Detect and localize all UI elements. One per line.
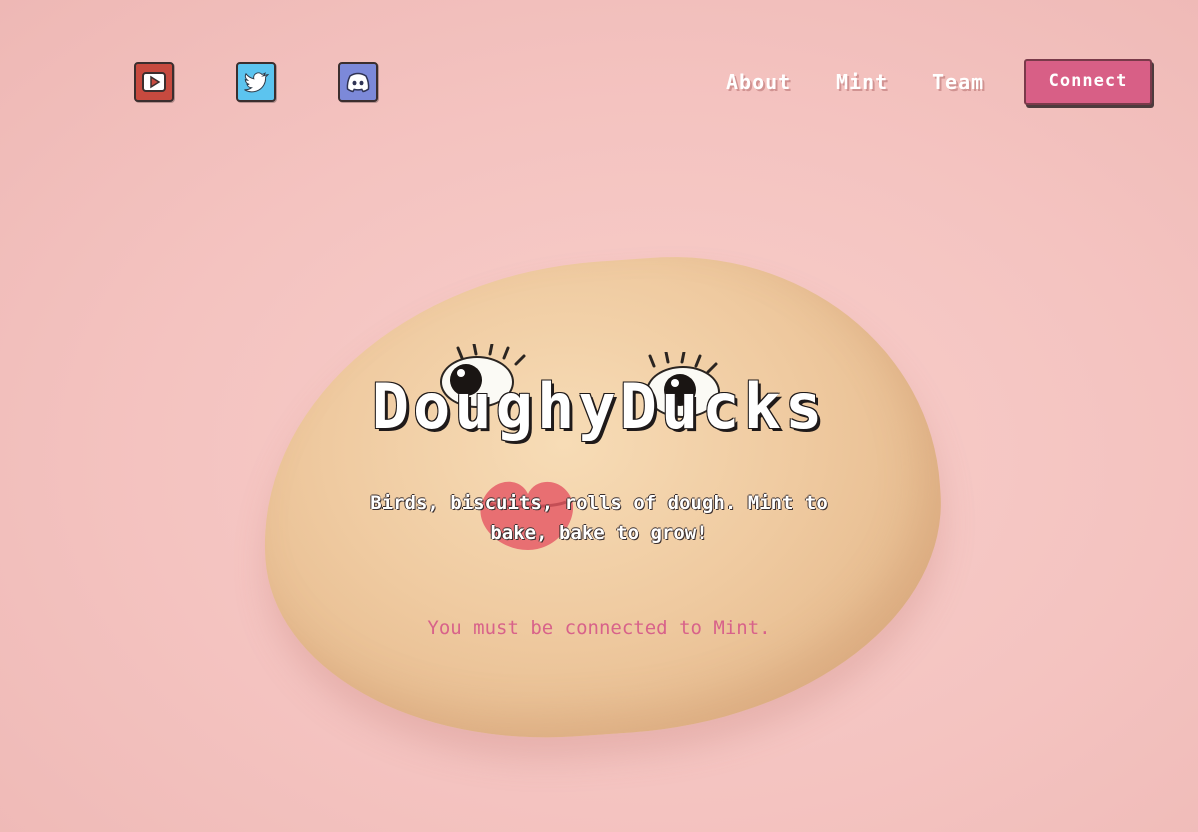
hero-subtitle: Birds, biscuits, rolls of dough. Mint to… xyxy=(370,492,828,544)
hero-title: DoughyDucks xyxy=(371,370,827,443)
youtube-button[interactable] xyxy=(134,62,174,102)
youtube-icon xyxy=(140,68,168,96)
twitter-icon xyxy=(242,68,270,96)
mint-connection-notice: You must be connected to Mint. xyxy=(427,617,771,639)
connect-button[interactable]: Connect xyxy=(1024,59,1152,105)
nav-team[interactable]: Team xyxy=(932,70,984,94)
discord-button[interactable] xyxy=(338,62,378,102)
nav-about[interactable]: About xyxy=(726,70,791,94)
nav-mint[interactable]: Mint xyxy=(836,70,888,94)
twitter-button[interactable] xyxy=(236,62,276,102)
discord-icon xyxy=(344,68,372,96)
